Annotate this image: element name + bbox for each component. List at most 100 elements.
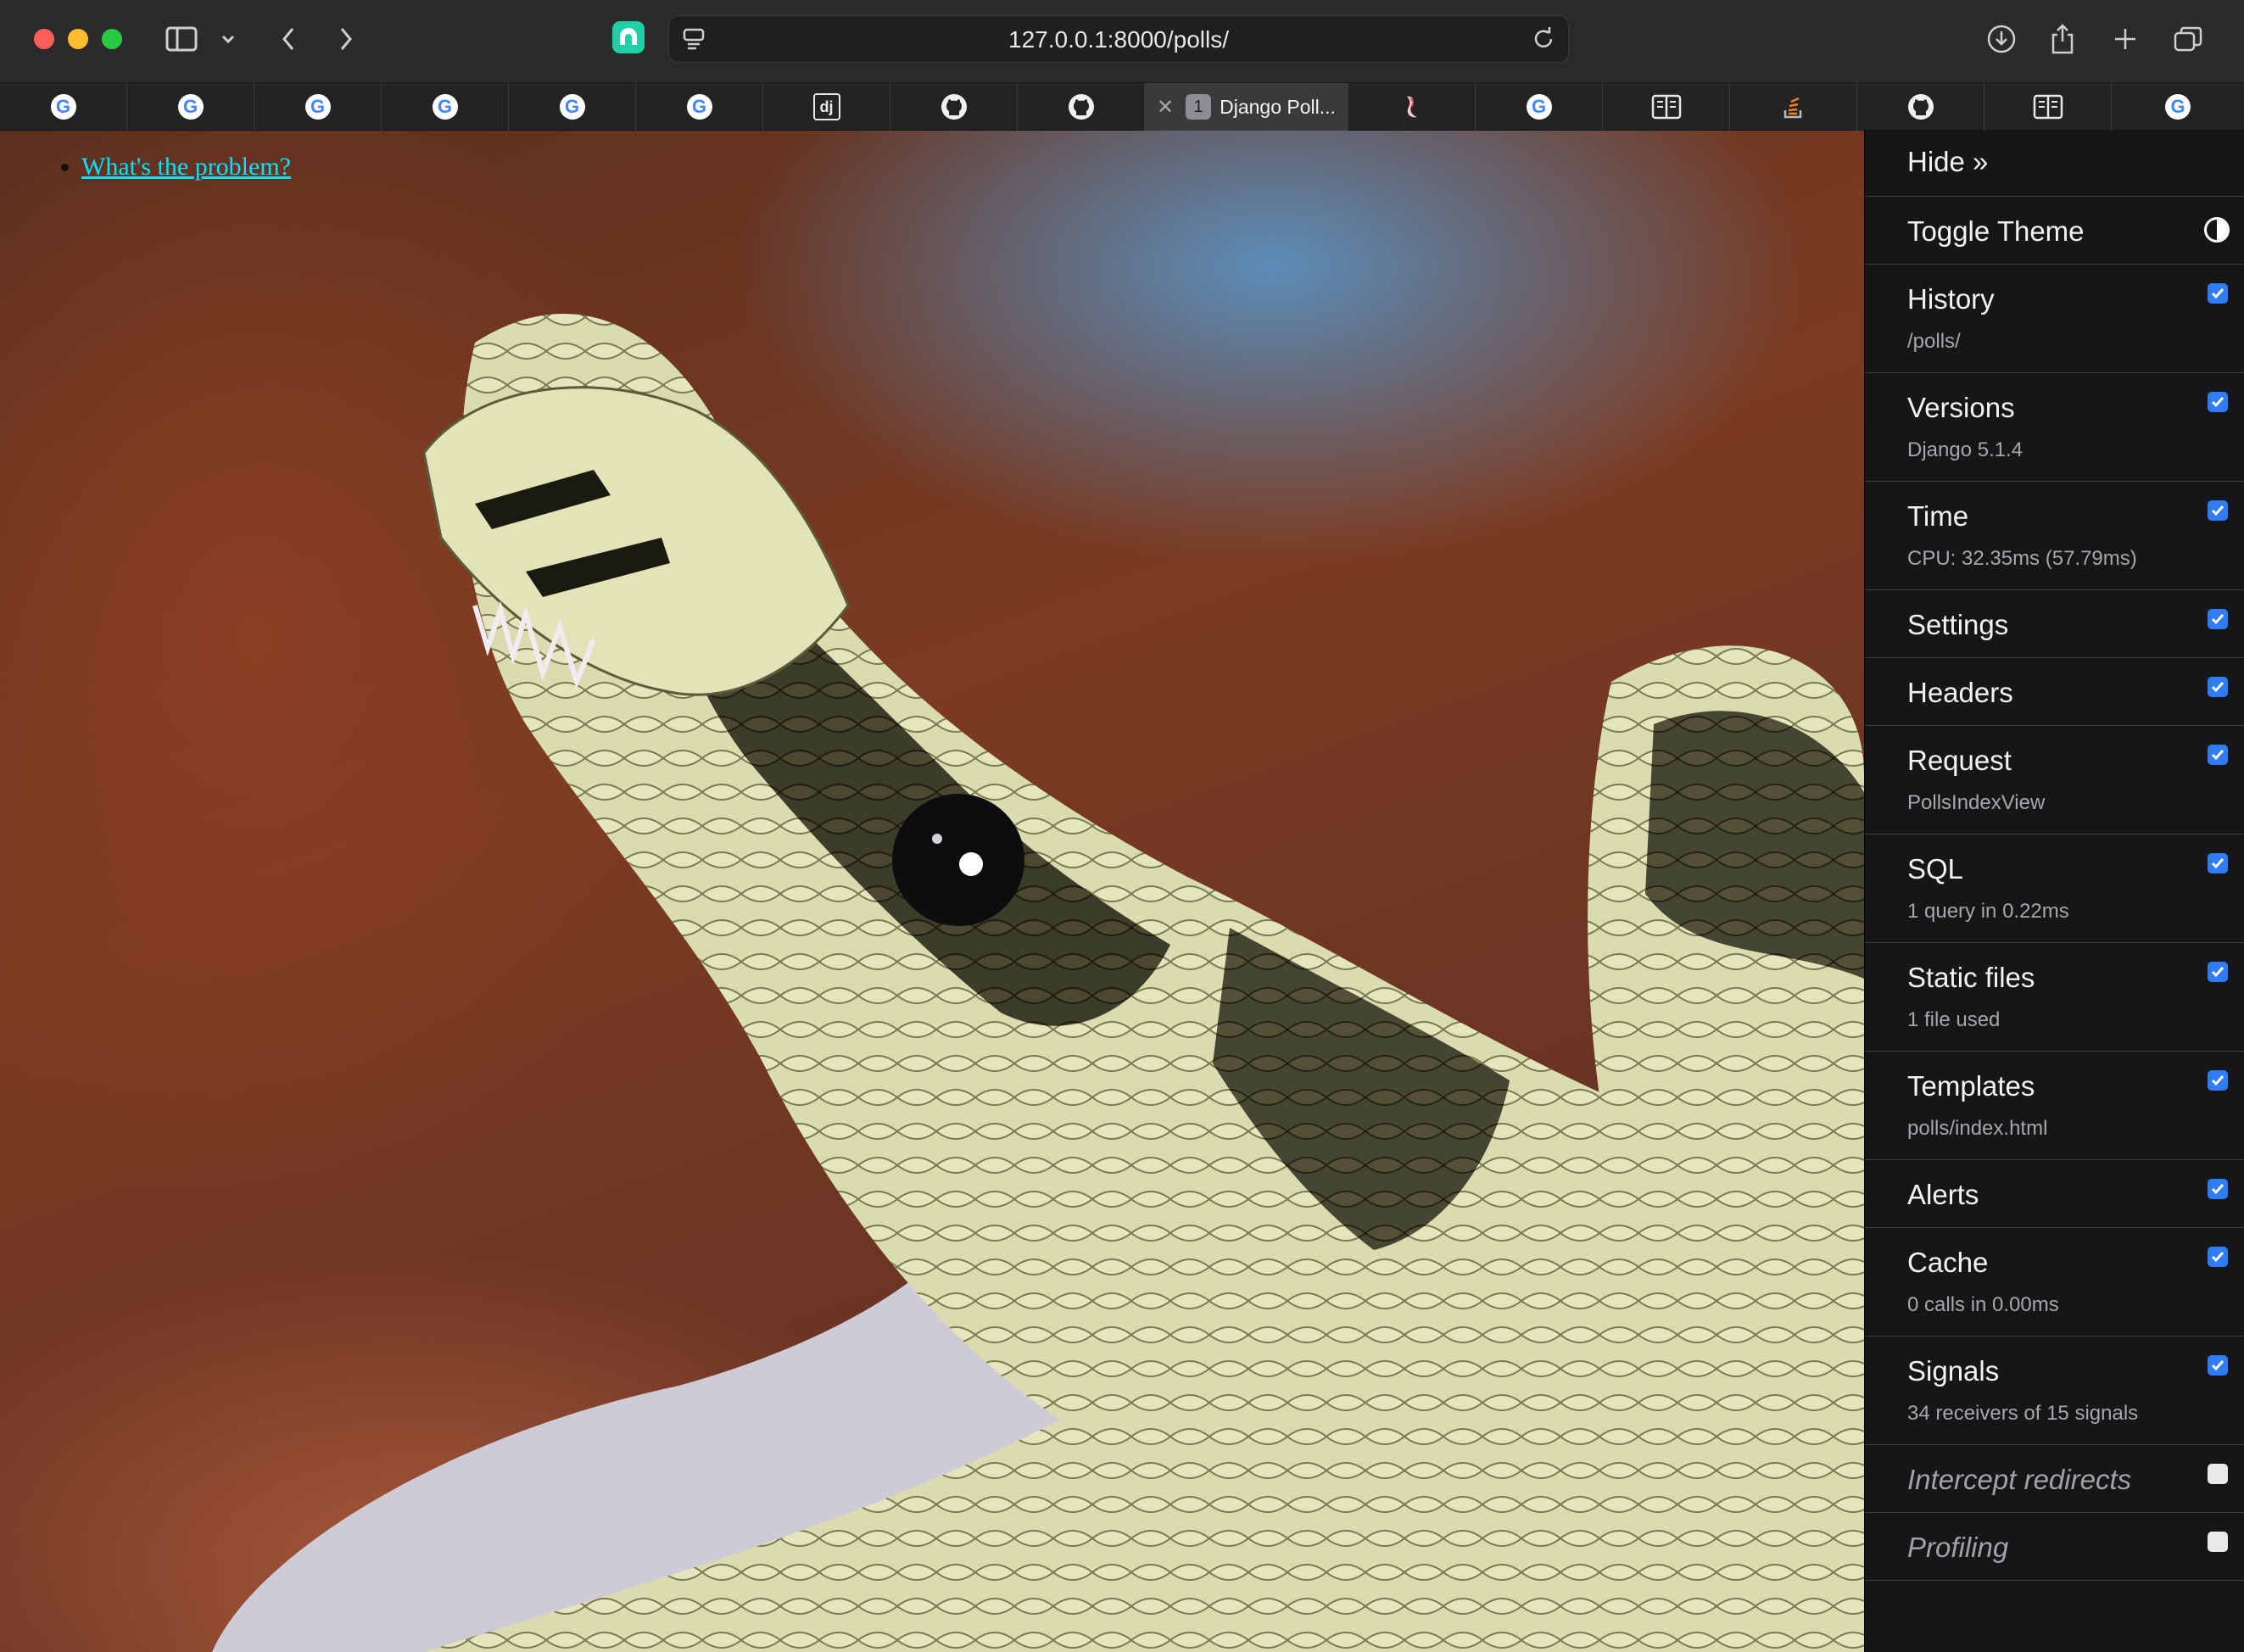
panel-title[interactable]: Signals — [1907, 1357, 2244, 1385]
back-icon[interactable] — [273, 19, 304, 59]
tab-google[interactable]: G — [127, 83, 254, 131]
panel-subtitle: /polls/ — [1907, 330, 1961, 353]
hide-toolbar-row[interactable]: Hide » — [1865, 131, 2244, 197]
panel-enable-checkbox[interactable] — [2208, 745, 2228, 765]
panel-title[interactable]: SQL — [1907, 855, 2244, 883]
panel-sql[interactable]: SQL 1 query in 0.22ms — [1865, 834, 2244, 943]
page-viewport: What's the problem? — [0, 131, 1864, 1652]
panel-subtitle: PollsIndexView — [1907, 791, 2046, 814]
tab-google[interactable]: G — [1476, 83, 1603, 131]
panel-title[interactable]: History — [1907, 285, 2244, 313]
panel-profiling[interactable]: Profiling — [1865, 1513, 2244, 1581]
panel-title[interactable]: Request — [1907, 746, 2244, 774]
panel-signals[interactable]: Signals 34 receivers of 15 signals — [1865, 1337, 2244, 1445]
panel-subtitle: polls/index.html — [1907, 1117, 2048, 1140]
panel-title: Profiling — [1907, 1532, 2009, 1563]
reload-icon[interactable] — [1531, 26, 1556, 56]
panel-title[interactable]: Settings — [1907, 611, 2244, 639]
panel-title[interactable]: Headers — [1907, 678, 2244, 706]
panel-enable-checkbox[interactable] — [2208, 1355, 2228, 1376]
poll-question-link[interactable]: What's the problem? — [81, 153, 291, 181]
panel-enable-checkbox[interactable] — [2208, 677, 2228, 697]
panel-title[interactable]: Static files — [1907, 963, 2244, 991]
panel-cache[interactable]: Cache 0 calls in 0.00ms — [1865, 1228, 2244, 1337]
panel-enable-checkbox[interactable] — [2208, 392, 2228, 412]
panel-enable-checkbox[interactable] — [2208, 1532, 2228, 1552]
panel-title[interactable]: Time — [1907, 502, 2244, 530]
theme-toggle-icon[interactable] — [2204, 217, 2230, 243]
panel-enable-checkbox[interactable] — [2208, 1179, 2228, 1199]
tab-github[interactable] — [1018, 83, 1145, 131]
tab-overview-icon[interactable] — [2171, 19, 2205, 59]
google-icon: G — [177, 94, 204, 120]
panel-templates[interactable]: Templates polls/index.html — [1865, 1052, 2244, 1160]
panel-alerts[interactable]: Alerts — [1865, 1160, 2244, 1228]
sidebar-toggle-icon[interactable] — [163, 19, 200, 59]
panel-enable-checkbox[interactable] — [2208, 1070, 2228, 1091]
forward-icon[interactable] — [331, 19, 361, 59]
tab-strip: G G G G G G dj ✕ 1 Django Poll... G G — [0, 83, 2244, 131]
tab-google[interactable]: G — [382, 83, 509, 131]
panel-static-files[interactable]: Static files 1 file used — [1865, 943, 2244, 1052]
tab-title: Django Poll... — [1220, 95, 1336, 118]
close-window-button[interactable] — [34, 29, 54, 49]
panel-request[interactable]: Request PollsIndexView — [1865, 726, 2244, 834]
toggle-theme-button[interactable]: Toggle Theme — [1907, 217, 2244, 245]
new-tab-icon[interactable] — [2110, 19, 2141, 59]
downloads-icon[interactable] — [1984, 19, 2018, 59]
panel-subtitle: CPU: 32.35ms (57.79ms) — [1907, 547, 2137, 570]
tab-google[interactable]: G — [509, 83, 636, 131]
django-icon: dj — [812, 93, 840, 120]
panel-versions[interactable]: Versions Django 5.1.4 — [1865, 373, 2244, 482]
panel-enable-checkbox[interactable] — [2208, 853, 2228, 873]
tab-stackoverflow[interactable] — [1730, 83, 1857, 131]
panel-title[interactable]: Alerts — [1907, 1180, 2244, 1208]
url-text[interactable]: 127.0.0.1:8000/polls/ — [669, 16, 1568, 64]
reader-icon — [1651, 94, 1681, 120]
panel-title[interactable]: Templates — [1907, 1072, 2244, 1100]
share-icon[interactable] — [2047, 19, 2078, 59]
panel-intercept-redirects[interactable]: Intercept redirects — [1865, 1445, 2244, 1513]
tab-django[interactable]: dj — [763, 83, 890, 131]
panel-subtitle: 0 calls in 0.00ms — [1907, 1293, 2059, 1316]
panel-subtitle: 1 file used — [1907, 1008, 2001, 1031]
panel-subtitle: Django 5.1.4 — [1907, 438, 2024, 461]
github-icon — [1907, 94, 1934, 120]
extension-icon[interactable] — [612, 21, 645, 53]
minimize-window-button[interactable] — [68, 29, 88, 49]
tab-badge: 1 — [1186, 94, 1212, 120]
google-icon: G — [2165, 94, 2191, 120]
tab-github[interactable] — [890, 83, 1018, 131]
hide-toolbar-button[interactable]: Hide » — [1907, 148, 2244, 176]
address-bar[interactable]: 127.0.0.1:8000/polls/ — [668, 15, 1569, 63]
panel-title[interactable]: Cache — [1907, 1248, 2244, 1276]
panel-enable-checkbox[interactable] — [2208, 500, 2228, 521]
google-icon: G — [1526, 94, 1552, 120]
panel-enable-checkbox[interactable] — [2208, 962, 2228, 982]
panel-headers[interactable]: Headers — [1865, 658, 2244, 726]
chevron-down-icon[interactable] — [217, 19, 239, 59]
tab-app[interactable] — [1348, 83, 1476, 131]
poll-list: What's the problem? — [25, 153, 291, 181]
panel-title: Intercept redirects — [1907, 1464, 2132, 1495]
panel-settings[interactable]: Settings — [1865, 590, 2244, 658]
tab-reader[interactable] — [1603, 83, 1730, 131]
tab-reader[interactable] — [1984, 83, 2112, 131]
panel-enable-checkbox[interactable] — [2208, 609, 2228, 629]
tab-django-polls[interactable]: ✕ 1 Django Poll... — [1145, 83, 1348, 131]
panel-enable-checkbox[interactable] — [2208, 283, 2228, 304]
panel-enable-checkbox[interactable] — [2208, 1464, 2228, 1484]
google-icon: G — [686, 94, 712, 120]
toggle-theme-row[interactable]: Toggle Theme — [1865, 197, 2244, 265]
tab-google[interactable]: G — [254, 83, 382, 131]
panel-title[interactable]: Versions — [1907, 393, 2244, 421]
panel-history[interactable]: History /polls/ — [1865, 265, 2244, 373]
close-tab-icon[interactable]: ✕ — [1157, 95, 1174, 120]
tab-google[interactable]: G — [0, 83, 127, 131]
tab-github[interactable] — [1857, 83, 1984, 131]
zoom-window-button[interactable] — [102, 29, 122, 49]
tab-google[interactable]: G — [636, 83, 763, 131]
tab-google[interactable]: G — [2112, 83, 2244, 131]
panel-time[interactable]: Time CPU: 32.35ms (57.79ms) — [1865, 482, 2244, 590]
panel-enable-checkbox[interactable] — [2208, 1247, 2228, 1267]
